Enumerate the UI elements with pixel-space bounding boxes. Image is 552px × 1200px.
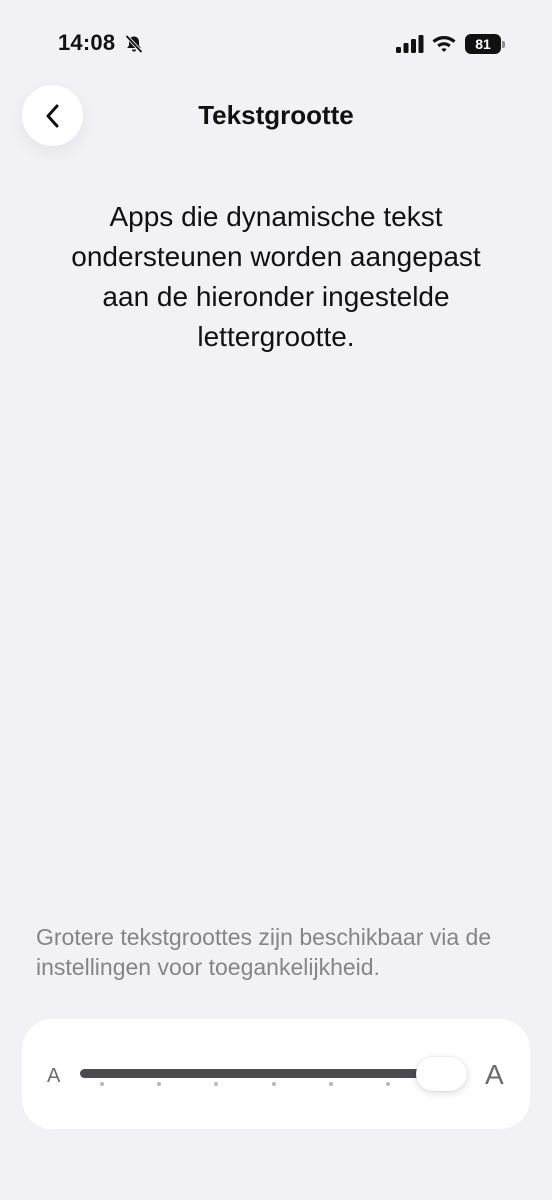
slider-tick xyxy=(271,1082,276,1086)
slider-thumb[interactable] xyxy=(416,1057,467,1091)
text-size-screen: 14:08 81 Tekstgrootte Apps die dynamisch… xyxy=(0,0,552,1200)
slider-track[interactable] xyxy=(80,1069,460,1078)
battery-icon: 81 xyxy=(465,34,505,54)
small-text-label: A xyxy=(47,1065,61,1087)
slider-tick xyxy=(386,1082,390,1086)
page-title: Tekstgrootte xyxy=(198,100,354,130)
wifi-icon xyxy=(432,36,456,52)
battery-cap xyxy=(502,41,505,48)
bell-slash-icon xyxy=(125,35,143,53)
description-text: Apps die dynamische tekst ondersteunen w… xyxy=(71,201,481,352)
large-text-label: A xyxy=(485,1059,504,1090)
footnote-text: Grotere tekstgroottes zijn beschikbaar v… xyxy=(36,924,492,980)
slider-tick xyxy=(328,1082,333,1086)
status-time: 14:08 xyxy=(58,30,116,55)
cellular-signal-icon xyxy=(396,35,424,53)
slider-tick xyxy=(100,1082,104,1086)
battery-level: 81 xyxy=(465,34,501,54)
status-bar: 14:08 81 xyxy=(0,0,552,88)
